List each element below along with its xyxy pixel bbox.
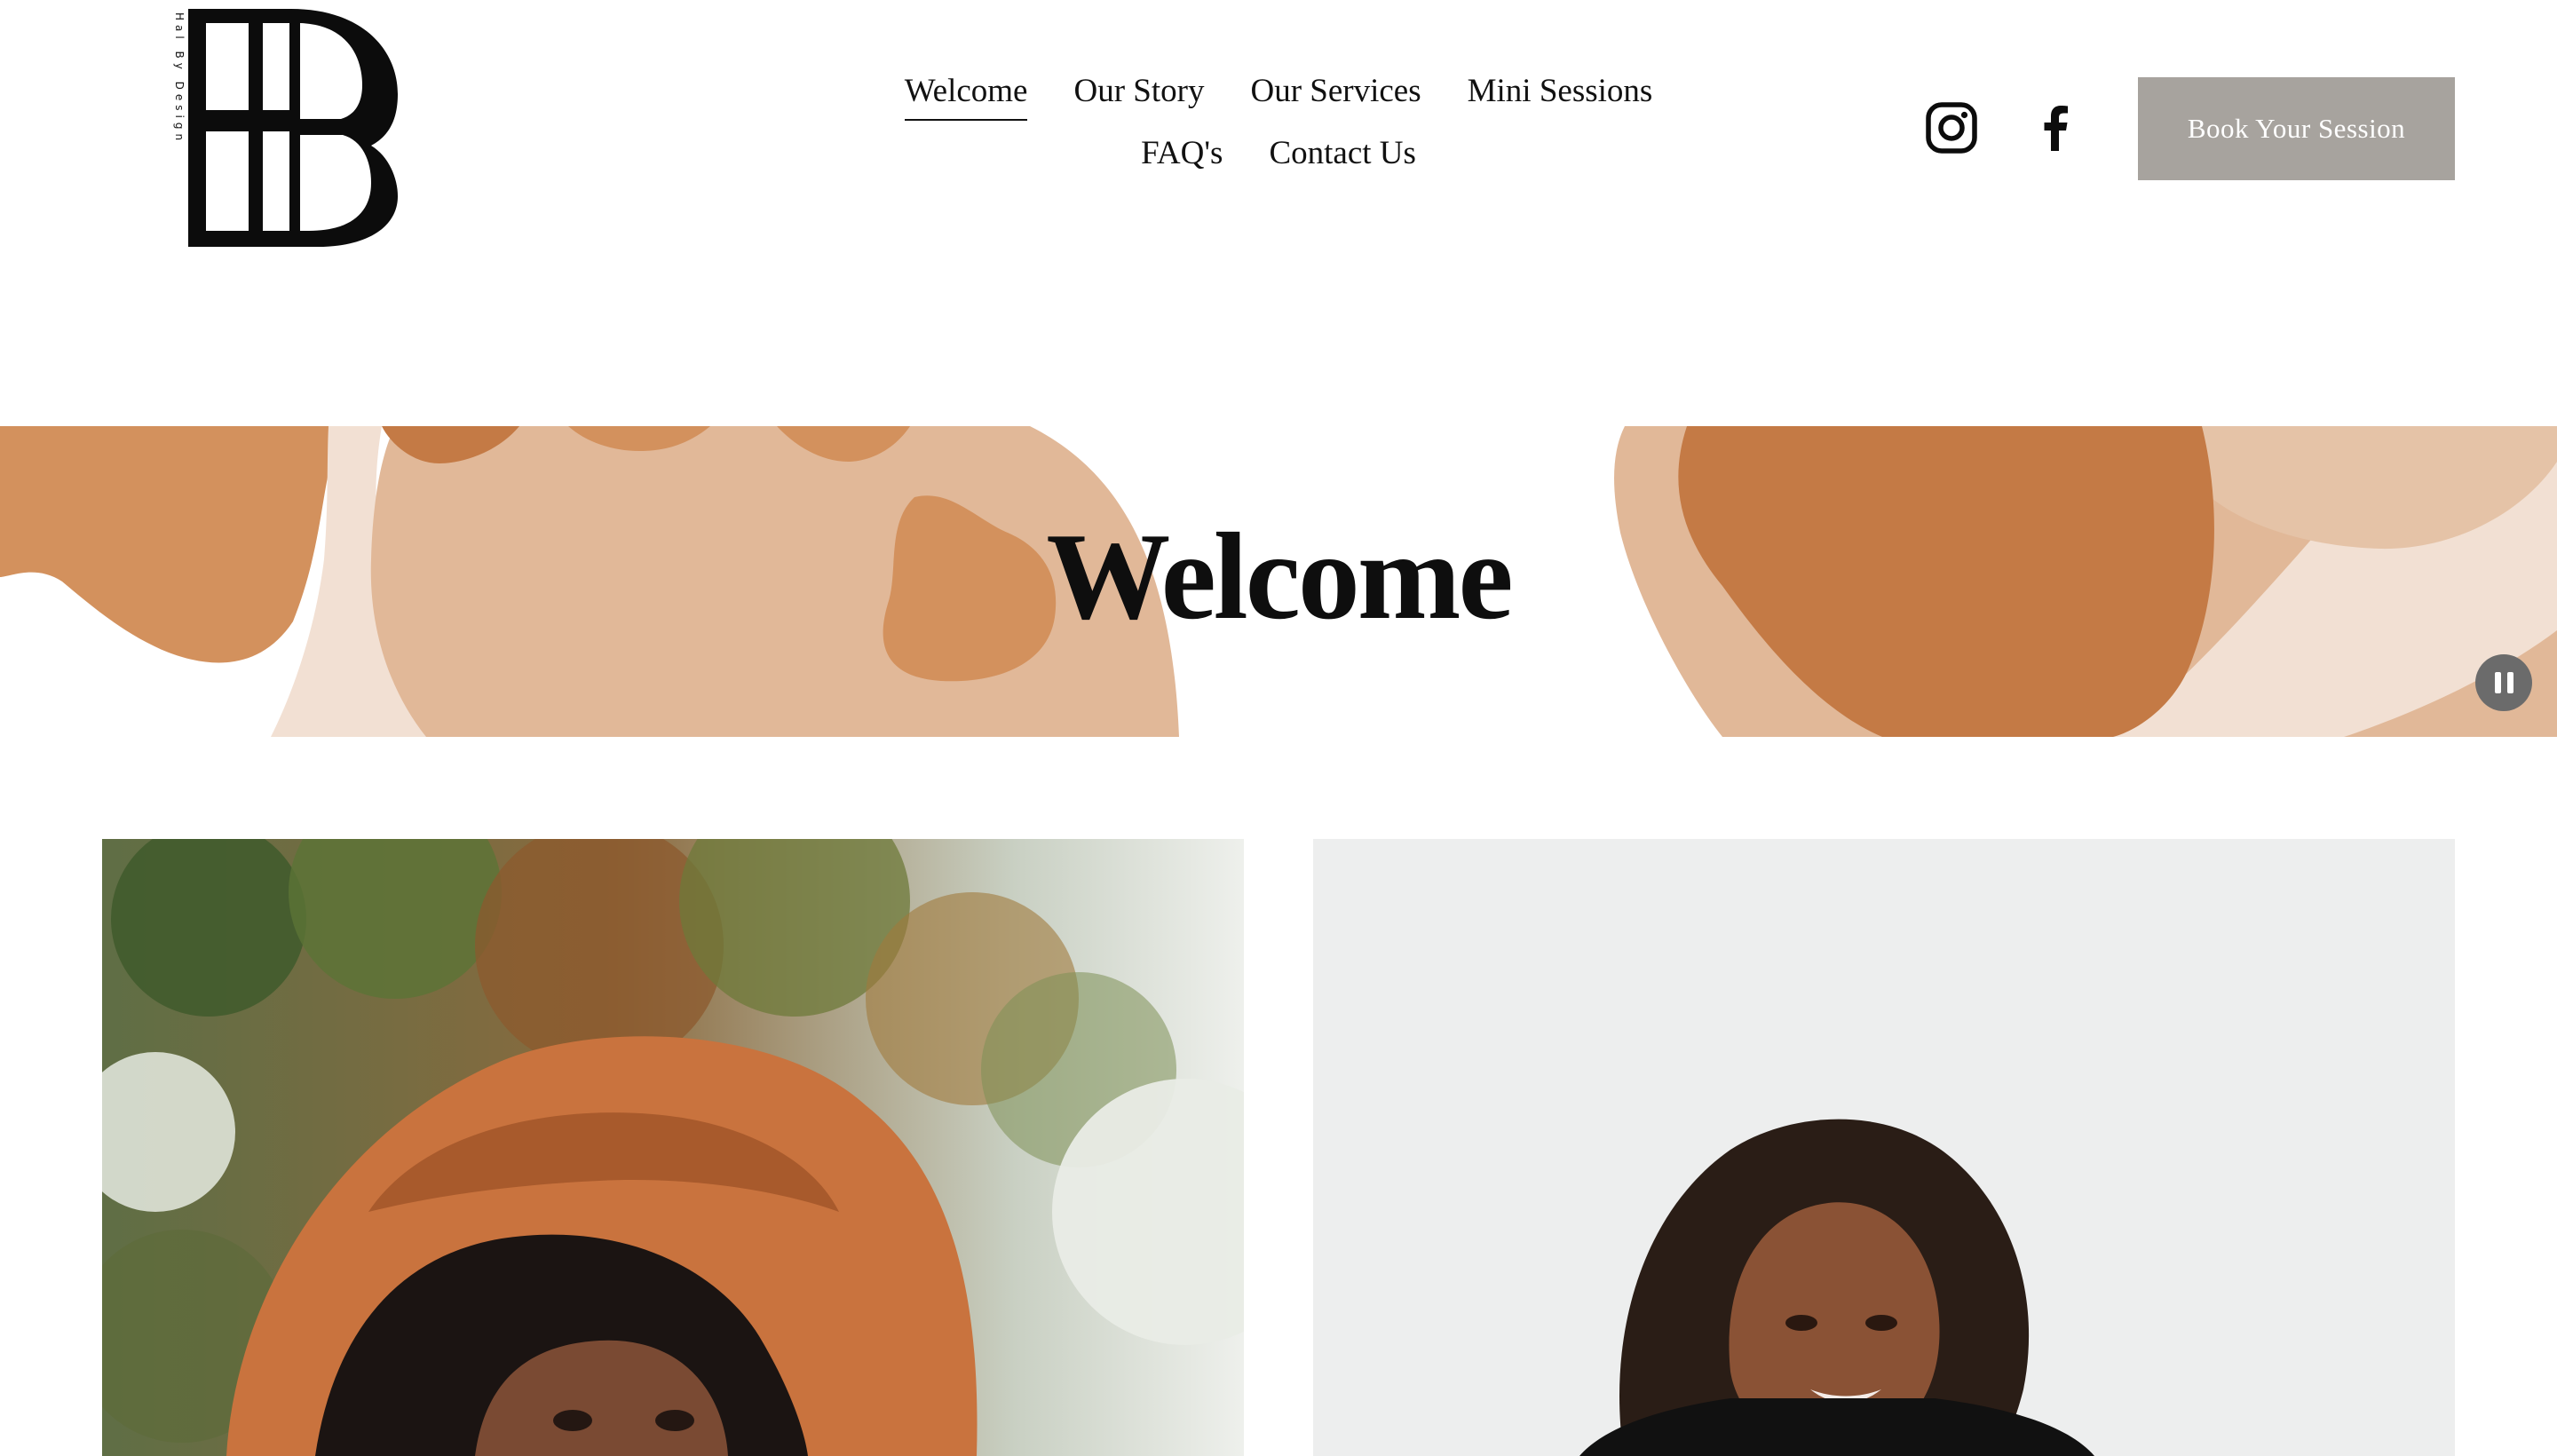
nav-welcome[interactable]: Welcome xyxy=(904,69,1027,121)
photo-left xyxy=(102,839,1244,1456)
pause-bar-left xyxy=(2494,672,2501,693)
nav-mini-sessions[interactable]: Mini Sessions xyxy=(1468,69,1653,114)
nav-faqs[interactable]: FAQ's xyxy=(1141,131,1223,176)
main-nav: Welcome Our Story Our Services Mini Sess… xyxy=(843,69,1714,194)
nav-our-story[interactable]: Our Story xyxy=(1073,69,1204,114)
facebook-icon[interactable] xyxy=(2028,99,2085,156)
nav-our-services[interactable]: Our Services xyxy=(1250,69,1421,114)
portrait-woman-orange-hat-image xyxy=(102,839,1244,1456)
instagram-icon[interactable] xyxy=(1923,99,1980,156)
hero-title: Welcome xyxy=(1046,508,1513,645)
photo-right xyxy=(1313,839,2455,1456)
portrait-woman-dark-jacket-image xyxy=(1313,839,2455,1456)
site-header: Hal By Design Welcome Our Story Our Serv… xyxy=(0,0,2557,293)
pause-icon[interactable] xyxy=(2475,654,2532,711)
nav-contact-us[interactable]: Contact Us xyxy=(1269,131,1415,176)
hbd-monogram-icon xyxy=(188,9,398,247)
pause-bar-right xyxy=(2506,672,2513,693)
book-your-session-button[interactable]: Book Your Session xyxy=(2138,77,2455,180)
logo-vertical-text: Hal By Design xyxy=(173,12,186,146)
site-logo[interactable]: Hal By Design xyxy=(167,5,398,247)
